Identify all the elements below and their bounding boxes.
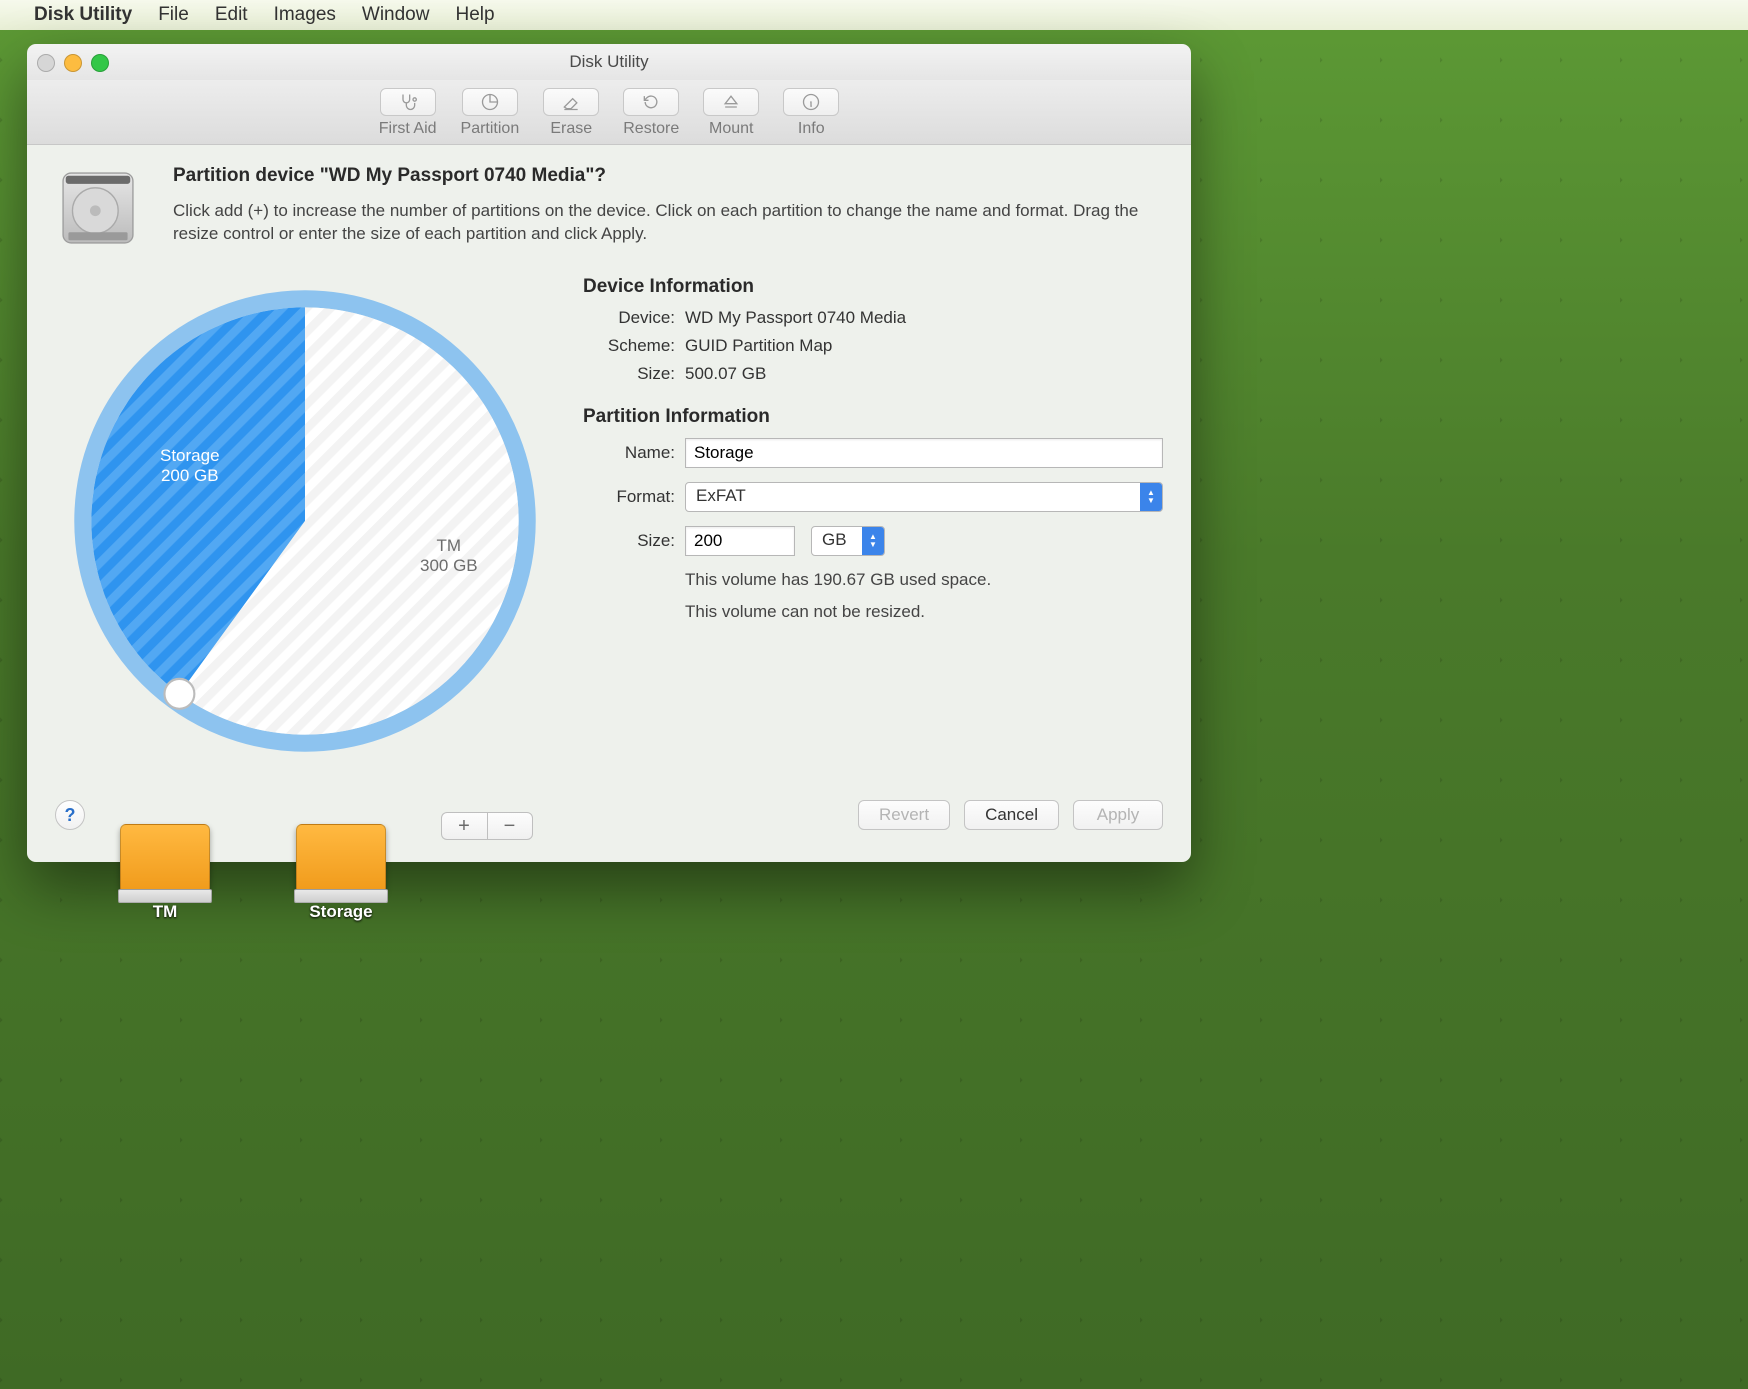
- device-info-heading: Device Information: [583, 276, 1163, 298]
- label-format: Format:: [583, 487, 675, 507]
- eject-icon: [703, 88, 759, 116]
- restore-icon: [623, 88, 679, 116]
- window-title: Disk Utility: [569, 52, 648, 72]
- toolbar-mount[interactable]: Mount: [703, 88, 759, 138]
- menu-file[interactable]: File: [158, 4, 189, 26]
- external-drive-icon: [296, 824, 386, 894]
- menu-help[interactable]: Help: [455, 4, 494, 26]
- drive-label: TM: [153, 902, 178, 922]
- partition-name-input[interactable]: [685, 438, 1163, 468]
- disk-utility-window: Disk Utility First Aid Partition Erase R…: [27, 44, 1191, 862]
- hard-drive-icon: [55, 165, 141, 254]
- chevron-updown-icon: ▲▼: [862, 527, 884, 555]
- sheet-description: Click add (+) to increase the number of …: [173, 200, 1163, 254]
- remove-partition-button[interactable]: −: [487, 812, 533, 840]
- chevron-updown-icon: ▲▼: [1140, 483, 1162, 511]
- partition-size-input[interactable]: [685, 526, 795, 556]
- partition-info-heading: Partition Information: [583, 406, 1163, 428]
- title-bar[interactable]: Disk Utility: [27, 44, 1191, 80]
- menu-window[interactable]: Window: [362, 4, 430, 26]
- toolbar-label: Erase: [550, 120, 592, 138]
- slice-label-storage: Storage200 GB: [160, 446, 220, 487]
- value-scheme: GUID Partition Map: [685, 336, 1163, 356]
- info-icon: [783, 88, 839, 116]
- label-scheme: Scheme:: [583, 336, 675, 356]
- drive-label: Storage: [309, 902, 372, 922]
- format-select-value: ExFAT: [686, 483, 1140, 511]
- toolbar-first-aid[interactable]: First Aid: [379, 88, 437, 138]
- window-zoom-button[interactable]: [91, 54, 109, 72]
- add-partition-button[interactable]: +: [441, 812, 487, 840]
- toolbar-erase[interactable]: Erase: [543, 88, 599, 138]
- cancel-button[interactable]: Cancel: [964, 800, 1059, 830]
- toolbar-info[interactable]: Info: [783, 88, 839, 138]
- size-unit-select[interactable]: GB ▲▼: [811, 526, 885, 556]
- revert-button: Revert: [858, 800, 950, 830]
- slice-label-tm: TM300 GB: [420, 536, 478, 577]
- apply-button: Apply: [1073, 800, 1163, 830]
- app-menu[interactable]: Disk Utility: [34, 4, 132, 26]
- label-device: Device:: [583, 308, 675, 328]
- desktop-drive-storage[interactable]: Storage: [296, 824, 386, 922]
- eraser-icon: [543, 88, 599, 116]
- toolbar-label: Restore: [623, 120, 679, 138]
- partition-sheet: Partition device "WD My Passport 0740 Me…: [27, 145, 1191, 862]
- label-psize: Size:: [583, 531, 675, 551]
- menu-edit[interactable]: Edit: [215, 4, 248, 26]
- format-select[interactable]: ExFAT ▲▼: [685, 482, 1163, 512]
- pie-icon: [462, 88, 518, 116]
- resize-note: This volume can not be resized.: [685, 602, 1163, 622]
- value-size: 500.07 GB: [685, 364, 1163, 384]
- toolbar-label: Info: [798, 120, 825, 138]
- menu-bar: Disk Utility File Edit Images Window Hel…: [0, 0, 1748, 30]
- partition-pie-chart[interactable]: Storage200 GB TM300 GB: [70, 286, 540, 756]
- stethoscope-icon: [380, 88, 436, 116]
- menu-images[interactable]: Images: [274, 4, 336, 26]
- toolbar-label: Mount: [709, 120, 753, 138]
- desktop-drive-tm[interactable]: TM: [120, 824, 210, 922]
- window-close-button[interactable]: [37, 54, 55, 72]
- window-minimize-button[interactable]: [64, 54, 82, 72]
- toolbar: First Aid Partition Erase Restore Mount …: [27, 80, 1191, 145]
- size-unit-value: GB: [812, 527, 862, 555]
- label-size: Size:: [583, 364, 675, 384]
- toolbar-label: First Aid: [379, 120, 437, 138]
- toolbar-label: Partition: [461, 120, 520, 138]
- label-name: Name:: [583, 443, 675, 463]
- sheet-title: Partition device "WD My Passport 0740 Me…: [173, 165, 1163, 196]
- external-drive-icon: [120, 824, 210, 894]
- resize-handle[interactable]: [164, 679, 194, 709]
- toolbar-restore[interactable]: Restore: [623, 88, 679, 138]
- used-space-note: This volume has 190.67 GB used space.: [685, 570, 1163, 590]
- help-button[interactable]: ?: [55, 800, 85, 830]
- value-device: WD My Passport 0740 Media: [685, 308, 1163, 328]
- toolbar-partition[interactable]: Partition: [461, 88, 520, 138]
